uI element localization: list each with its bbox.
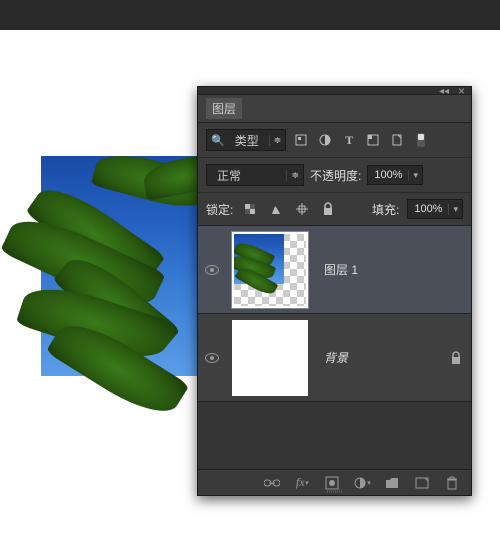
- chevron-down-icon: ▾: [408, 170, 422, 181]
- layer-row[interactable]: 背景: [198, 314, 471, 402]
- lock-position-icon[interactable]: [293, 200, 311, 218]
- filter-pixel-icon[interactable]: [292, 131, 310, 149]
- layer-style-icon[interactable]: fx▾: [293, 474, 311, 492]
- new-layer-icon[interactable]: [413, 474, 431, 492]
- layer-name[interactable]: 背景: [314, 349, 441, 366]
- blend-mode-dropdown[interactable]: 正常 ≑: [206, 164, 304, 186]
- lock-all-icon[interactable]: [319, 200, 337, 218]
- lock-icon: [450, 351, 462, 365]
- chevron-down-icon: ≑: [269, 135, 282, 146]
- collapse-icon[interactable]: ◂◂: [439, 86, 449, 97]
- opacity-input[interactable]: 100% ▾: [367, 165, 423, 185]
- filter-toggle[interactable]: [412, 131, 430, 149]
- lock-label: 锁定:: [206, 201, 233, 218]
- panel-title[interactable]: 图层: [206, 98, 242, 119]
- group-icon[interactable]: [383, 474, 401, 492]
- layers-panel: ◂◂ × 图层 🔍 类型 ≑ T 正常 ≑: [197, 86, 472, 496]
- adjustment-layer-icon[interactable]: ▾: [353, 474, 371, 492]
- search-icon: 🔍: [211, 134, 225, 147]
- layer-thumbnail[interactable]: [232, 320, 308, 396]
- opacity-label: 不透明度:: [310, 167, 361, 184]
- fill-input[interactable]: 100% ▾: [407, 199, 463, 219]
- lock-transparency-icon[interactable]: [241, 200, 259, 218]
- close-icon[interactable]: ×: [458, 84, 465, 98]
- filter-type-icon[interactable]: T: [340, 131, 358, 149]
- filter-adjustment-icon[interactable]: [316, 131, 334, 149]
- visibility-eye-icon[interactable]: [205, 353, 219, 363]
- chevron-down-icon: ≑: [286, 170, 299, 181]
- layer-row[interactable]: 图层 1: [198, 226, 471, 314]
- chevron-down-icon: ▾: [448, 204, 462, 215]
- visibility-eye-icon[interactable]: [205, 265, 219, 275]
- link-layers-icon[interactable]: [263, 474, 281, 492]
- canvas-image: [41, 156, 206, 376]
- fill-label: 填充:: [372, 201, 399, 218]
- delete-layer-icon[interactable]: [443, 474, 461, 492]
- filter-kind-dropdown[interactable]: 🔍 类型 ≑: [206, 129, 286, 151]
- layer-thumbnail[interactable]: [232, 232, 308, 308]
- lock-pixels-icon[interactable]: [267, 200, 285, 218]
- layer-name[interactable]: 图层 1: [314, 261, 441, 278]
- filter-shape-icon[interactable]: [364, 131, 382, 149]
- filter-smart-icon[interactable]: [388, 131, 406, 149]
